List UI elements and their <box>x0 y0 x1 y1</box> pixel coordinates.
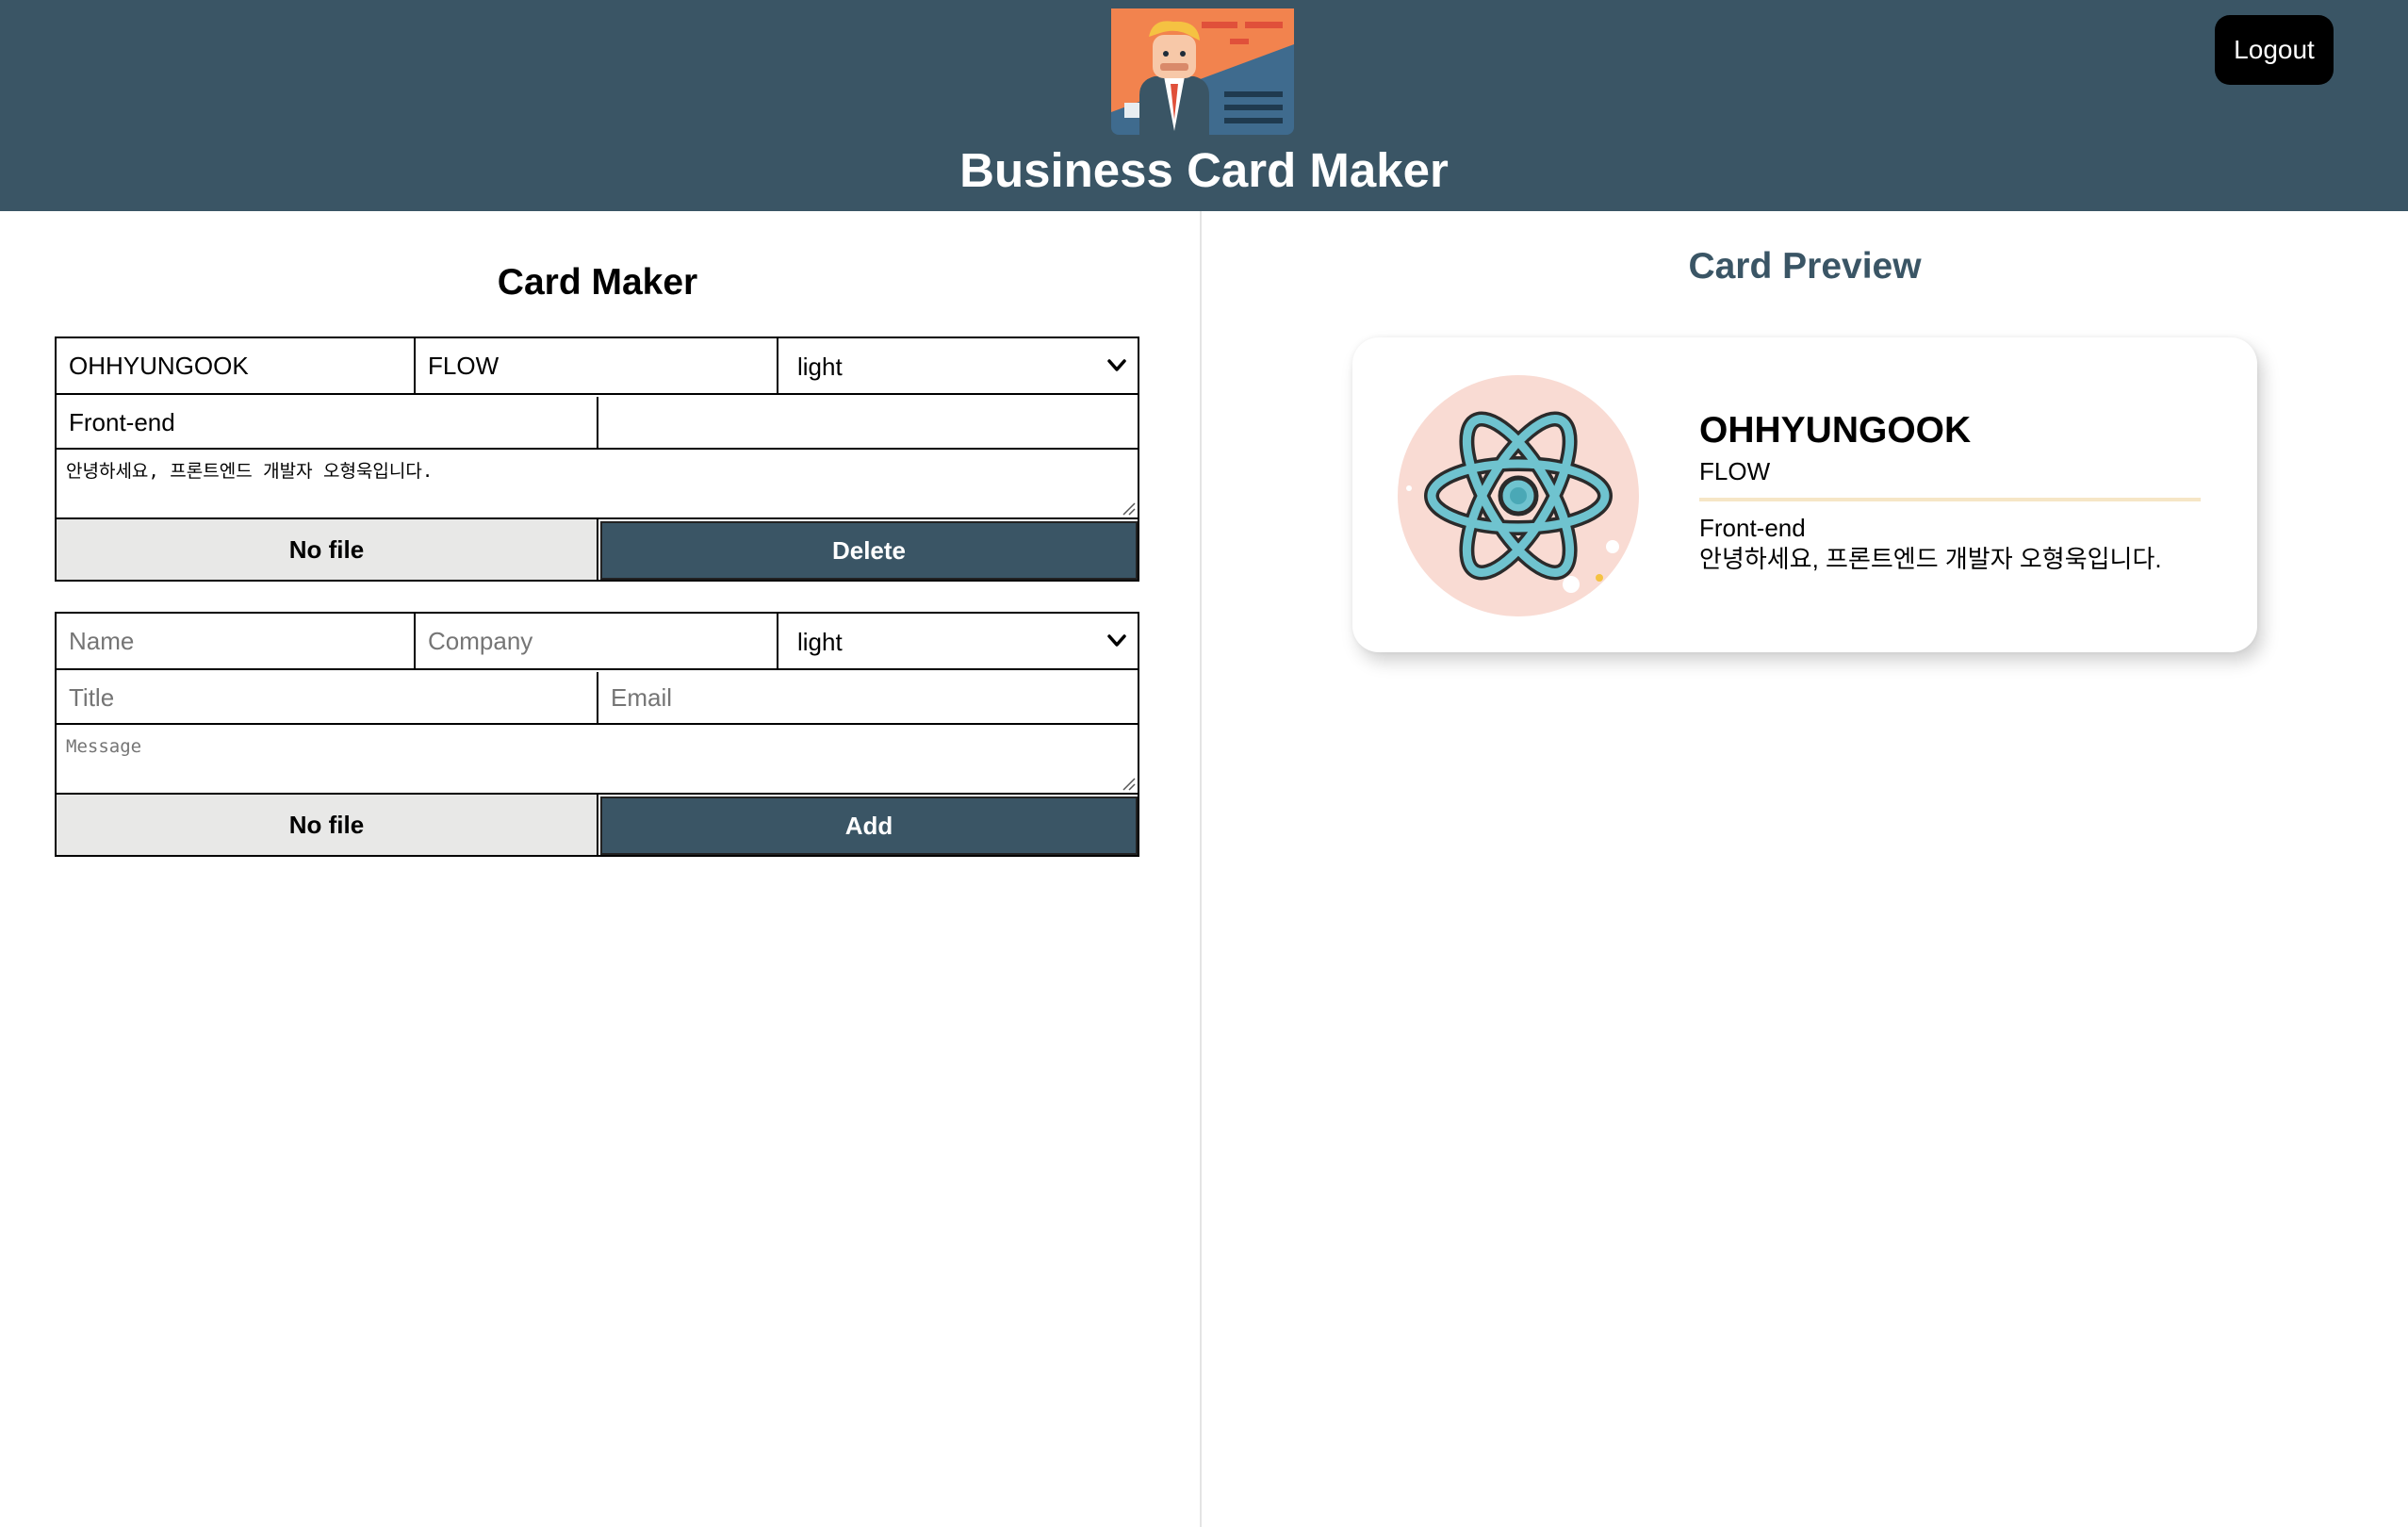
preview-company: FLOW <box>1699 457 1771 485</box>
theme-select[interactable]: light <box>778 338 1138 395</box>
resize-grip-icon[interactable] <box>1121 501 1136 516</box>
chevron-down-icon <box>1107 634 1126 647</box>
app-title: Business Card Maker <box>959 143 1449 197</box>
panel-divider <box>1200 211 1202 1527</box>
card-add-form: light No file Add <box>55 612 1139 857</box>
logout-button[interactable]: Logout <box>2215 15 2334 85</box>
business-card-logo-icon <box>1111 8 1294 135</box>
theme-select-value: light <box>797 353 843 381</box>
title-input[interactable] <box>57 672 598 725</box>
name-input[interactable] <box>57 338 416 395</box>
card-preview-title: Card Preview <box>1688 246 1922 287</box>
file-upload-button[interactable]: No file <box>57 795 598 855</box>
resize-grip-icon[interactable] <box>1121 776 1136 791</box>
chevron-down-icon <box>1107 359 1126 371</box>
preview-title-text: Front-end <box>1699 514 1806 542</box>
delete-button[interactable]: Delete <box>600 521 1138 580</box>
name-input[interactable] <box>57 614 416 670</box>
react-atom-icon <box>1398 375 1639 616</box>
app-header: Business Card Maker Logout <box>0 0 2408 211</box>
file-upload-button[interactable]: No file <box>57 519 598 580</box>
message-textarea[interactable] <box>57 725 1138 795</box>
preview-card[interactable]: OHHYUNGOOK FLOW Front-end 안녕하세요, 프론트엔드 개… <box>1352 337 2257 652</box>
card-maker-title: Card Maker <box>497 262 698 303</box>
theme-select[interactable]: light <box>778 614 1138 670</box>
preview-message: 안녕하세요, 프론트엔드 개발자 오형욱입니다. <box>1699 545 2162 573</box>
email-input[interactable] <box>598 672 1138 725</box>
preview-name: OHHYUNGOOK <box>1699 410 1972 451</box>
theme-select-value: light <box>797 628 843 656</box>
message-textarea[interactable]: 안녕하세요, 프론트엔드 개발자 오형욱입니다. <box>57 450 1138 519</box>
preview-divider <box>1699 498 2201 501</box>
company-input[interactable] <box>416 614 778 670</box>
company-input[interactable] <box>416 338 778 395</box>
title-input[interactable] <box>57 397 598 450</box>
card-edit-form: light 안녕하세요, 프론트엔드 개발자 오형욱입니다. No file D… <box>55 337 1139 582</box>
email-input[interactable] <box>598 397 1138 450</box>
add-button[interactable]: Add <box>600 796 1138 855</box>
